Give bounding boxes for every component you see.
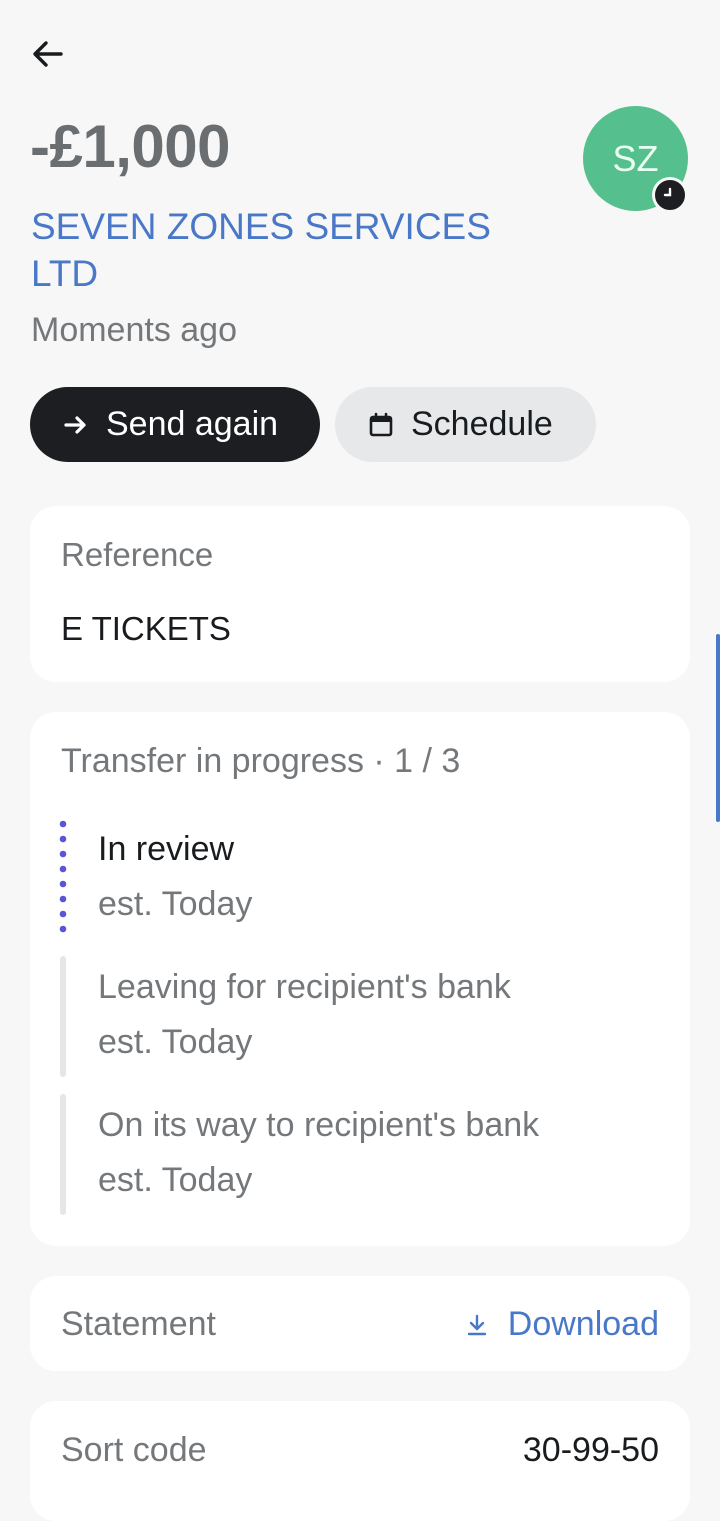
send-again-label: Send again <box>106 405 279 443</box>
statement-label: Statement <box>61 1305 216 1343</box>
progress-dots-indicator <box>59 820 67 933</box>
reference-label: Reference <box>61 536 214 573</box>
sort-code-value: 30-99-50 <box>522 1431 659 1469</box>
progress-bar-pending <box>60 956 66 1077</box>
download-label: Download <box>507 1305 659 1343</box>
step-eta: est. Today <box>98 885 253 923</box>
download-icon <box>464 1312 490 1338</box>
send-again-button[interactable]: Send again <box>30 387 320 462</box>
back-button[interactable] <box>26 32 70 76</box>
transaction-amount: -£1,000 <box>30 113 231 180</box>
schedule-label: Schedule <box>411 405 553 443</box>
clock-icon <box>652 177 688 213</box>
reference-card: Reference E TICKETS <box>30 506 690 682</box>
sort-code-label: Sort code <box>61 1431 207 1469</box>
download-statement-button[interactable]: Download <box>464 1305 659 1344</box>
calendar-icon <box>367 411 395 439</box>
step-eta: est. Today <box>98 1023 253 1061</box>
progress-title: Transfer in progress · 1 / 3 <box>61 742 461 780</box>
reference-value: E TICKETS <box>61 610 231 647</box>
scrollbar-thumb[interactable] <box>716 634 720 822</box>
transfer-progress-card: Transfer in progress · 1 / 3 In review e… <box>30 712 690 1246</box>
arrow-right-icon <box>62 411 90 439</box>
transaction-time: Moments ago <box>31 311 237 349</box>
progress-step: In review est. Today <box>98 830 252 924</box>
step-title: In review <box>98 830 235 868</box>
step-title: Leaving for recipient's bank <box>98 968 511 1006</box>
schedule-button[interactable]: Schedule <box>335 387 596 462</box>
account-details-card: Sort code 30-99-50 <box>30 1401 690 1521</box>
arrow-left-icon <box>33 41 63 67</box>
step-eta: est. Today <box>98 1161 253 1199</box>
progress-step: On its way to recipient's bank est. Toda… <box>98 1106 539 1200</box>
progress-bar-pending <box>60 1094 66 1215</box>
avatar-initials: SZ <box>612 137 659 179</box>
step-title: On its way to recipient's bank <box>98 1106 540 1144</box>
progress-step: Leaving for recipient's bank est. Today <box>98 968 511 1062</box>
merchant-name[interactable]: SEVEN ZONES SERVICES LTD <box>31 203 531 297</box>
statement-card: Statement Download <box>30 1276 690 1371</box>
